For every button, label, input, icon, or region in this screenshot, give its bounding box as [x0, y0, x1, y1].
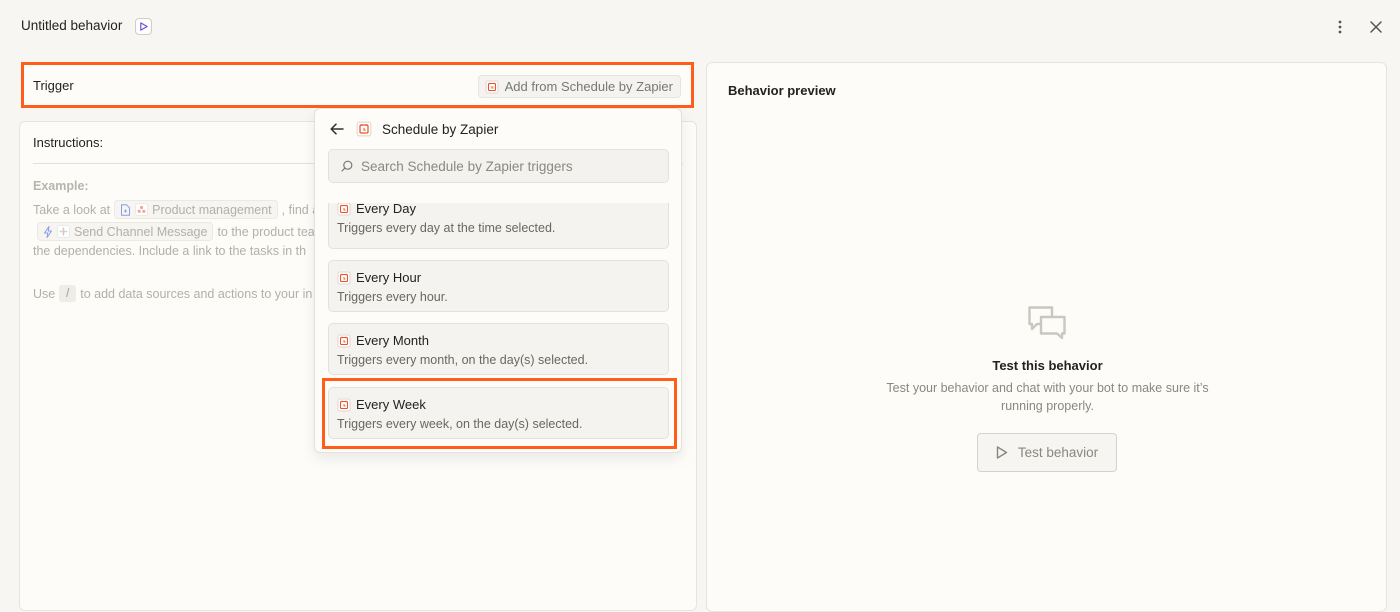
example-line-2: Send Channel Message to the product tea — [37, 222, 315, 241]
schedule-trigger-dropdown: Schedule by Zapier Every Day Triggers ev… — [314, 108, 682, 453]
trigger-option-title-row: Every Month — [337, 333, 429, 348]
example-text: Take a look at — [33, 202, 111, 217]
trigger-option-title-row: Every Week — [337, 397, 426, 412]
trigger-option-name: Every Week — [356, 397, 426, 412]
test-behavior-button[interactable]: Test behavior — [977, 433, 1117, 472]
search-icon — [341, 160, 353, 172]
behavior-preview-panel: Behavior preview Test this behavior Test… — [706, 62, 1387, 612]
dropdown-title: Schedule by Zapier — [382, 121, 499, 137]
trigger-label: Trigger — [33, 78, 74, 93]
empty-state-title: Test this behavior — [992, 358, 1103, 373]
close-button[interactable] — [1366, 17, 1386, 37]
slack-icon — [57, 225, 70, 238]
trigger-list[interactable]: Every Day Triggers every day at the time… — [328, 203, 669, 448]
instructions-label: Instructions: — [33, 135, 104, 150]
example-label: Example: — [33, 179, 89, 193]
test-behavior-label: Test behavior — [1017, 445, 1099, 460]
trigger-option-every-month[interactable]: Every Month Triggers every month, on the… — [328, 323, 669, 375]
close-icon — [1370, 21, 1382, 33]
trigger-search-box[interactable] — [328, 149, 669, 183]
chat-bubbles-icon — [1028, 306, 1066, 340]
trigger-search-input[interactable] — [361, 158, 661, 174]
schedule-icon — [337, 203, 351, 215]
product-management-label: Product management — [152, 202, 272, 217]
trigger-option-name: Every Day — [356, 203, 416, 216]
example-text: Use — [33, 286, 56, 301]
top-bar: Untitled behavior — [0, 0, 1400, 54]
preview-title: Behavior preview — [728, 83, 836, 98]
more-options-button[interactable] — [1330, 17, 1350, 37]
behavior-title[interactable]: Untitled behavior — [21, 18, 122, 33]
add-from-schedule-label: Add from Schedule by Zapier — [504, 79, 673, 94]
product-management-chip: Product management — [114, 200, 278, 219]
trigger-option-title-row: Every Hour — [337, 270, 421, 285]
trigger-option-every-hour[interactable]: Every Hour Triggers every hour. — [328, 260, 669, 312]
trigger-option-desc: Triggers every day at the time selected. — [337, 221, 556, 235]
schedule-icon — [485, 80, 499, 93]
example-text: to add data sources and actions to your … — [80, 286, 313, 301]
back-button[interactable] — [330, 123, 344, 135]
add-from-schedule-button[interactable]: Add from Schedule by Zapier — [477, 75, 681, 98]
trigger-option-desc: Triggers every week, on the day(s) selec… — [337, 417, 583, 431]
trigger-option-every-day[interactable]: Every Day Triggers every day at the time… — [328, 203, 669, 249]
slash-command-chip: / — [59, 285, 77, 302]
asana-icon — [135, 203, 149, 216]
send-channel-message-label: Send Channel Message — [74, 224, 208, 239]
schedule-icon — [337, 398, 351, 411]
trigger-row: Trigger Add from Schedule by Zapier — [21, 62, 694, 108]
schedule-icon — [337, 271, 351, 284]
trigger-option-desc: Triggers every month, on the day(s) sele… — [337, 353, 589, 367]
run-behavior-button[interactable] — [135, 18, 152, 35]
trigger-option-name: Every Hour — [356, 270, 422, 285]
trigger-option-name: Every Month — [356, 333, 429, 348]
send-channel-message-chip: Send Channel Message — [37, 222, 214, 241]
empty-state-description: Test your behavior and chat with your bo… — [886, 381, 1209, 413]
document-icon — [121, 203, 131, 216]
play-icon — [996, 446, 1008, 459]
trigger-option-desc: Triggers every hour. — [337, 290, 448, 304]
schedule-icon — [337, 334, 351, 347]
trigger-option-title-row: Every Day — [337, 203, 416, 216]
example-text: to the product tea — [217, 224, 315, 239]
example-line-1: Take a look at Product management , find… — [33, 200, 319, 219]
example-line-3: the dependencies. Include a link to the … — [33, 244, 306, 258]
schedule-icon — [356, 121, 372, 137]
trigger-option-every-week[interactable]: Every Week Triggers every week, on the d… — [328, 387, 669, 439]
back-arrow-icon — [330, 123, 344, 135]
example-line-4: Use / to add data sources and actions to… — [33, 285, 312, 302]
dropdown-header: Schedule by Zapier — [330, 120, 498, 138]
play-icon — [140, 22, 148, 31]
bolt-icon — [44, 225, 52, 238]
kebab-menu-icon — [1338, 20, 1342, 34]
example-text: the dependencies. Include a link to the … — [33, 244, 307, 258]
